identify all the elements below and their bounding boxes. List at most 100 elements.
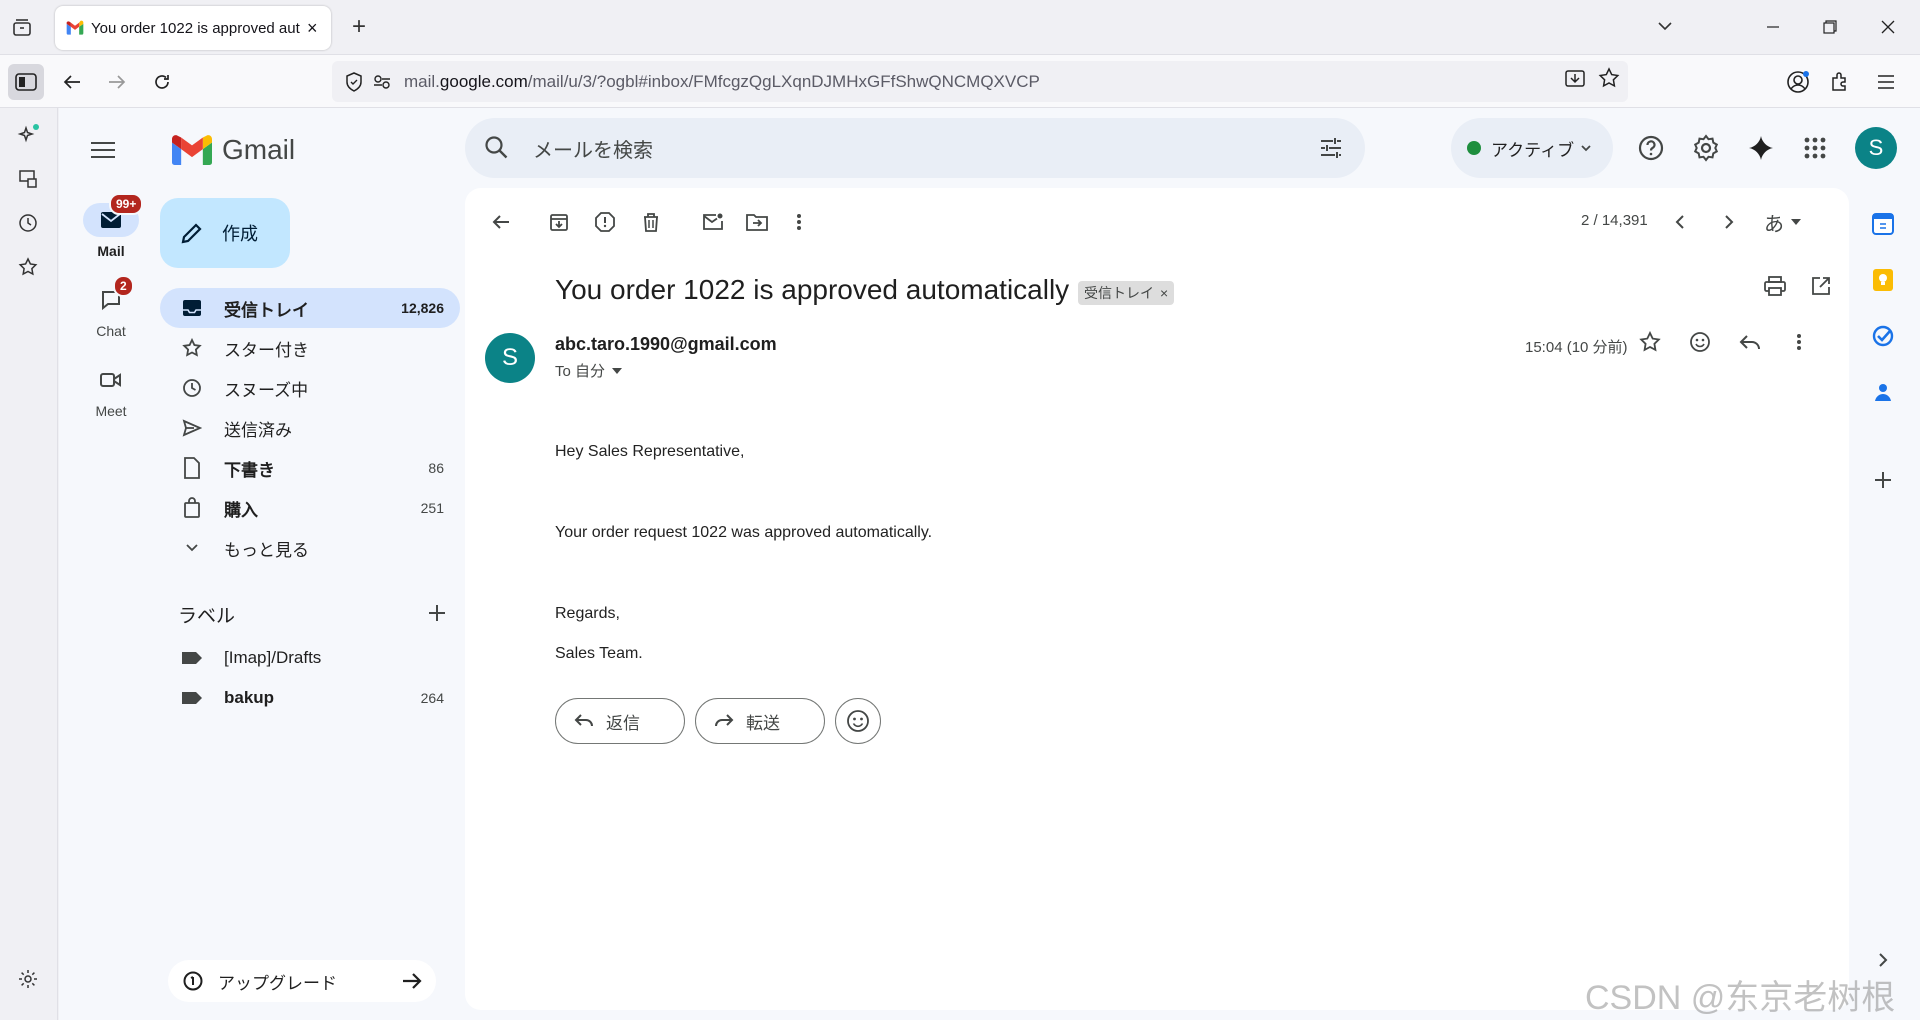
- extensions-icon[interactable]: [1822, 64, 1858, 100]
- compose-button[interactable]: 作成: [160, 198, 290, 268]
- to-label: To 自分: [555, 363, 606, 380]
- status-selector[interactable]: アクティブ: [1451, 118, 1613, 178]
- rail-item-chat[interactable]: 2 Chat: [79, 275, 143, 339]
- move-to-folder-icon[interactable]: [737, 202, 777, 242]
- settings-gear-icon[interactable]: [1688, 130, 1724, 166]
- list-all-tabs-icon[interactable]: [1655, 16, 1683, 40]
- labels-title: ラベル: [178, 605, 236, 627]
- account-avatar[interactable]: S: [1855, 127, 1897, 169]
- url-bar[interactable]: mail.google.com/mail/u/3/?ogbl#inbox/FMf…: [332, 61, 1628, 102]
- forward-label: 転送: [746, 713, 780, 733]
- google-tasks-icon[interactable]: [1865, 318, 1901, 354]
- inbox-label-chip[interactable]: 受信トレイ ×: [1078, 281, 1175, 305]
- rail-item-mail[interactable]: 99+ Mail: [79, 193, 144, 259]
- google-keep-icon[interactable]: [1865, 262, 1901, 298]
- delete-trash-icon[interactable]: [631, 202, 671, 242]
- add-label-icon[interactable]: [426, 602, 448, 624]
- gmail-logo-icon: [172, 135, 212, 165]
- upgrade-button[interactable]: アップグレード: [168, 960, 436, 1002]
- help-icon[interactable]: [1633, 130, 1669, 166]
- folder-label: 受信トレイ: [224, 300, 309, 320]
- more-actions-vertical-icon[interactable]: [779, 202, 819, 242]
- new-tab-button[interactable]: +: [345, 14, 373, 42]
- recipient-details[interactable]: To 自分: [555, 360, 623, 381]
- history-icon[interactable]: [13, 208, 43, 238]
- print-icon[interactable]: [1755, 266, 1795, 306]
- body-line: Regards,: [555, 605, 620, 622]
- rail-item-label: Meet: [95, 403, 127, 419]
- label-item[interactable]: [Imap]/Drafts: [160, 638, 460, 678]
- reply-button[interactable]: 返信: [555, 698, 685, 744]
- tab-close-icon[interactable]: ×: [304, 19, 321, 37]
- labels-header: ラベル: [178, 594, 460, 634]
- emoji-reaction-button[interactable]: [835, 698, 881, 744]
- app-menu-icon[interactable]: [1868, 64, 1904, 100]
- close-window-icon[interactable]: [1868, 12, 1908, 42]
- chevron-down-icon: [612, 367, 623, 374]
- reply-icon[interactable]: [1730, 322, 1770, 362]
- forward-icon[interactable]: [99, 64, 135, 100]
- gemini-sparkle-icon[interactable]: [1743, 130, 1779, 166]
- sender-avatar[interactable]: S: [485, 333, 535, 383]
- label-name: [Imap]/Drafts: [224, 648, 322, 667]
- folder-inbox[interactable]: 受信トレイ 12,826: [160, 288, 460, 328]
- remove-label-icon[interactable]: ×: [1160, 285, 1168, 301]
- input-tools-selector[interactable]: あ: [1755, 202, 1811, 242]
- google-calendar-icon[interactable]: [1865, 206, 1901, 242]
- folder-starred[interactable]: スター付き: [160, 328, 460, 368]
- gmail-logo[interactable]: Gmail: [172, 130, 295, 170]
- minimize-icon[interactable]: [1753, 12, 1793, 42]
- status-dot: [1467, 141, 1481, 155]
- sender-email[interactable]: abc.taro.1990@gmail.com: [555, 334, 777, 355]
- get-add-ons-plus-icon[interactable]: [1865, 462, 1901, 498]
- search-bar[interactable]: メールを検索: [465, 118, 1365, 178]
- rail-item-meet[interactable]: Meet: [79, 363, 143, 419]
- forward-button[interactable]: 転送: [695, 698, 825, 744]
- folder-snoozed[interactable]: スヌーズ中: [160, 368, 460, 408]
- report-spam-icon[interactable]: [585, 202, 625, 242]
- folder-purchases[interactable]: 購入 251: [160, 488, 460, 528]
- reload-icon[interactable]: [144, 64, 180, 100]
- synced-tabs-icon[interactable]: [13, 164, 43, 194]
- bookmark-star-icon[interactable]: [1598, 67, 1620, 89]
- body-line: Your order request 1022 was approved aut…: [555, 524, 933, 541]
- sidebar-toggle-icon[interactable]: [8, 64, 44, 100]
- main-menu-icon[interactable]: [79, 126, 127, 174]
- open-in-new-window-icon[interactable]: [1801, 266, 1841, 306]
- restore-icon[interactable]: [1810, 12, 1850, 42]
- star-message-icon[interactable]: [1630, 322, 1670, 362]
- bookmarks-star-icon[interactable]: [13, 252, 43, 282]
- mark-unread-icon[interactable]: [693, 202, 733, 242]
- older-chevron-right-icon[interactable]: [1709, 202, 1749, 242]
- archive-icon[interactable]: [539, 202, 579, 242]
- message-more-vertical-icon[interactable]: [1779, 322, 1819, 362]
- browser-tab-strip: You order 1022 is approved automatically…: [0, 0, 1920, 55]
- url-text[interactable]: mail.google.com/mail/u/3/?ogbl#inbox/FMf…: [404, 72, 1040, 92]
- ai-chatbot-icon[interactable]: [13, 120, 43, 150]
- back-to-inbox-icon[interactable]: [481, 202, 521, 242]
- body-line: Hey Sales Representative,: [555, 443, 745, 460]
- tab-list-icon[interactable]: [6, 14, 38, 42]
- folder-sent[interactable]: 送信済み: [160, 408, 460, 448]
- google-contacts-icon[interactable]: [1865, 374, 1901, 410]
- search-options-icon[interactable]: [1317, 134, 1345, 162]
- smiley-icon: [846, 709, 870, 733]
- account-icon[interactable]: [1780, 64, 1816, 100]
- rail-item-label: Chat: [96, 323, 126, 339]
- browser-tab-active[interactable]: You order 1022 is approved automatically…: [55, 6, 331, 50]
- search-icon[interactable]: [483, 134, 511, 162]
- watermark-text: CSDN @东京老树根: [1585, 979, 1896, 1017]
- newer-chevron-left-icon[interactable]: [1660, 202, 1700, 242]
- back-icon[interactable]: [54, 64, 90, 100]
- site-permissions-icon[interactable]: [368, 68, 396, 96]
- folder-drafts[interactable]: 下書き 86: [160, 448, 460, 488]
- add-reaction-emoji-icon[interactable]: [1680, 322, 1720, 362]
- label-item[interactable]: bakup 264: [160, 678, 460, 718]
- google-apps-grid-icon[interactable]: [1797, 130, 1833, 166]
- browser-settings-icon[interactable]: [13, 964, 43, 994]
- browser-sidebar: [0, 108, 58, 1020]
- tracking-protection-shield-icon[interactable]: [340, 68, 368, 96]
- folder-more[interactable]: もっと見る: [160, 528, 460, 568]
- save-to-pocket-icon[interactable]: [1564, 67, 1586, 89]
- search-input[interactable]: メールを検索: [533, 134, 653, 163]
